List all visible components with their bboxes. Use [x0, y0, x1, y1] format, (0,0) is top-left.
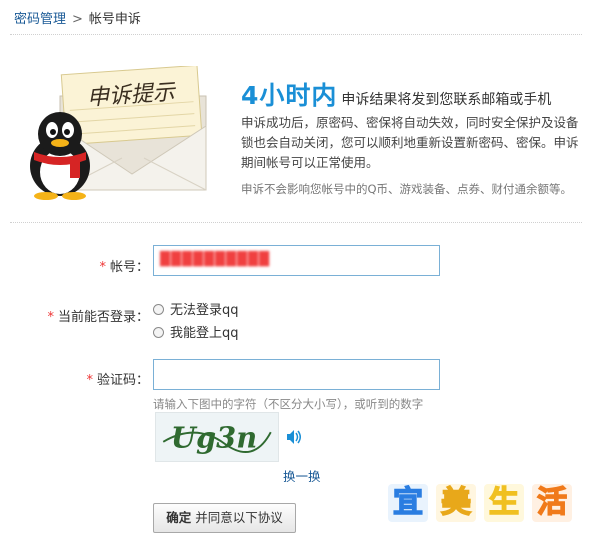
- captcha-label-text: 验证码：: [96, 373, 149, 388]
- appeal-description: 申诉成功后，原密码、密保将自动失效，同时安全保护及设备锁也会自动关闭，您可以顺利…: [241, 115, 579, 170]
- watermark-char: 宜: [388, 484, 428, 522]
- watermark-char: 美: [436, 484, 476, 522]
- headline-time: 4小时内: [241, 81, 338, 110]
- login-status-label: * 当前能否登录：: [47, 306, 149, 325]
- account-input-value: ██████████: [160, 252, 270, 267]
- radio-can-login[interactable]: 我能登上qq: [153, 322, 239, 341]
- account-input[interactable]: ██████████: [153, 245, 440, 276]
- headline: 4小时内 申诉结果将发到您联系邮箱或手机: [241, 76, 551, 112]
- confirm-button[interactable]: 确定 并同意以下协议: [153, 503, 296, 533]
- watermark-char: 生: [484, 484, 524, 522]
- required-mark: *: [99, 260, 106, 275]
- required-mark: *: [86, 373, 93, 388]
- breadcrumb: 密码管理 > 帐号申诉: [14, 8, 141, 27]
- divider-top: [10, 34, 582, 35]
- divider-middle: [10, 222, 582, 223]
- confirm-button-label: 确定: [166, 510, 192, 525]
- refresh-captcha-link[interactable]: 换一换: [283, 466, 321, 485]
- radio-cannot-login-label: 无法登录qq: [170, 303, 239, 318]
- speaker-icon[interactable]: [285, 428, 303, 446]
- radio-circle[interactable]: [153, 327, 164, 338]
- account-label: * 帐号：: [99, 256, 149, 275]
- captcha-hint: 请输入下图中的字符（不区分大小写），或听到的数字: [153, 397, 424, 411]
- required-mark: *: [47, 310, 54, 325]
- login-status-label-text: 当前能否登录：: [57, 310, 149, 325]
- breadcrumb-link-password-management[interactable]: 密码管理: [14, 12, 66, 27]
- appeal-note: 申诉不会影响您帐号中的Q币、游戏装备、点券、财付通余额等。: [241, 182, 573, 196]
- account-label-text: 帐号：: [109, 260, 149, 275]
- watermark-logo: 宜 美 生 活: [388, 480, 578, 526]
- qq-penguin-icon: [30, 112, 90, 200]
- radio-cannot-login[interactable]: 无法登录qq: [153, 299, 239, 318]
- confirm-button-sublabel: 并同意以下协议: [195, 510, 283, 525]
- radio-can-login-label: 我能登上qq: [170, 326, 239, 341]
- breadcrumb-current: 帐号申诉: [88, 12, 141, 27]
- radio-circle[interactable]: [153, 304, 164, 315]
- captcha-label: * 验证码：: [86, 369, 149, 388]
- headline-text: 申诉结果将发到您联系邮箱或手机: [341, 92, 552, 108]
- captcha-input[interactable]: [153, 359, 440, 390]
- captcha-image: Ug3n: [155, 412, 279, 462]
- breadcrumb-separator: >: [72, 12, 83, 27]
- watermark-char: 活: [532, 484, 572, 522]
